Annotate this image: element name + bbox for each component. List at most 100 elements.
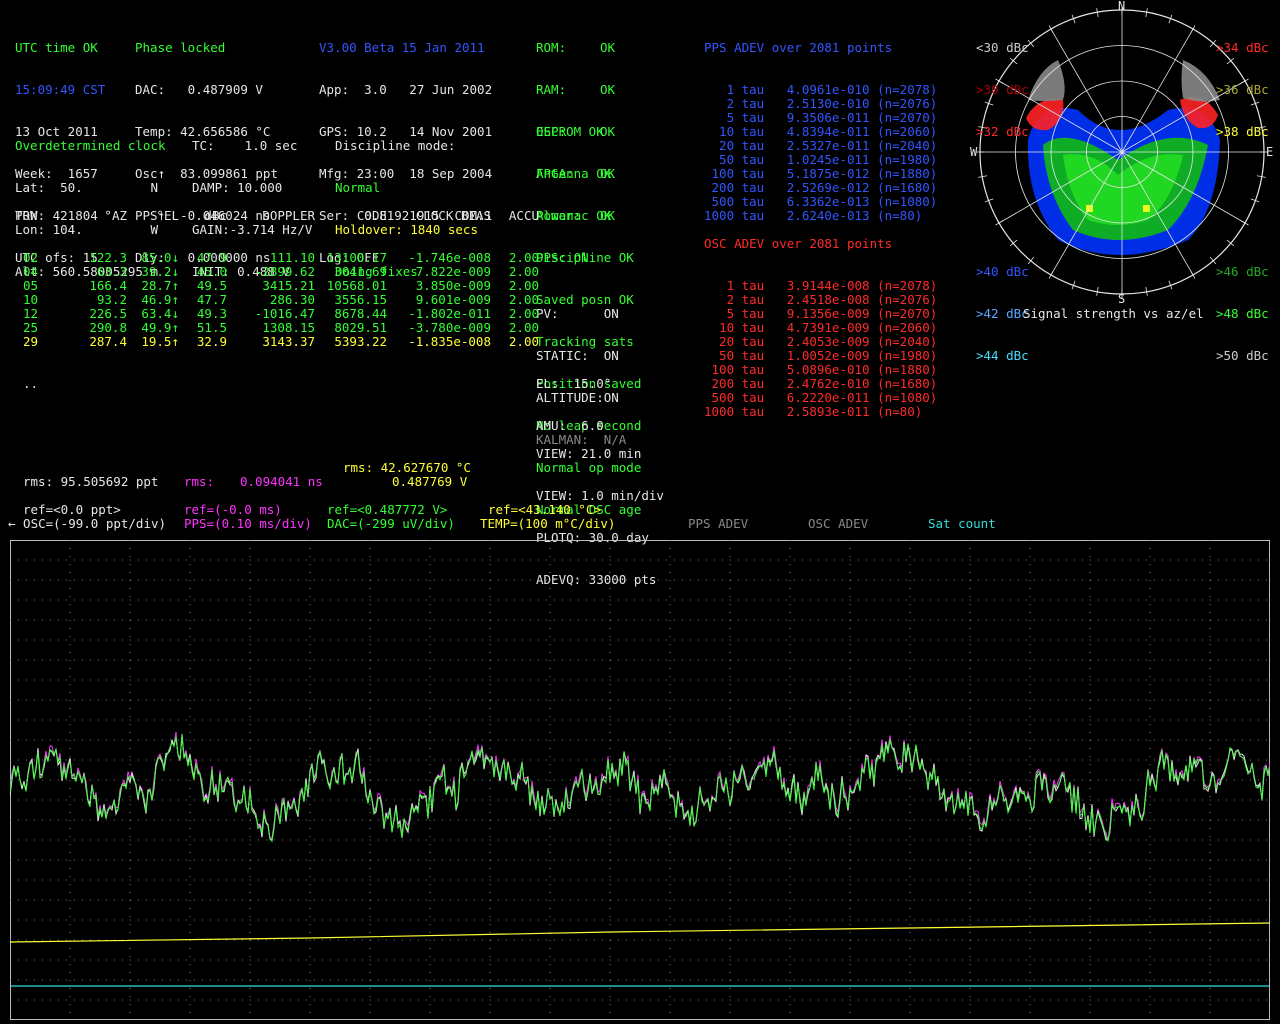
sat-row: 29 287.4 19.5↑ 32.9 3143.37 5393.22 -1.835e-00… [15,335,539,349]
sat-cell: 3415.21 [262,278,315,293]
temp-trace [10,922,1270,943]
legend-item: >48 dBc [1216,306,1269,321]
legend-item: >42 dBc [976,306,1029,321]
sat-cell: 5393.22 [334,334,387,349]
app-version: App: 3.0 27 Jun 2002 [319,82,493,97]
adev-row: 2 tau 2.4518e-008 (n=2076) [704,292,938,307]
health-value: OK [600,40,616,55]
legend-item: >46 dBc [1216,264,1269,279]
sat-row: 12 226.5 63.4↓ 49.3 -1016.47 8678.44 -1.802e-0… [15,307,539,321]
osc-adev-table: OSC ADEV over 2081 points 1 tau 3.9144e-… [704,209,937,433]
sat-row: 10 93.2 46.9↑ 47.7 286.30 3556.15 9.601e-009 2.… [15,293,539,307]
graph-border [10,540,1270,1020]
sat-cell: 2.00 [508,292,539,307]
pps-scale[interactable]: PPS=(0.10 ms/div) [184,517,312,531]
health-value: OK [600,82,616,97]
sat-cell: 47.9 [196,250,227,265]
legend-item: >44 dBc [976,348,1029,363]
sat-cell: -1.802e-011 [408,306,491,321]
sat-table-body: 02 122.3 85.0↓ 47.9 111.10 13100.17 -1.746e-00… [15,251,539,349]
pps-adev-rows: 1 tau 4.0961e-010 (n=2078) 2 tau 2.5130e… [704,83,937,223]
sat-cell: 05 [23,278,39,293]
sat-count-toggle[interactable]: Sat count [928,517,996,531]
sat-more: .. [23,376,39,391]
pps-trace [10,731,1270,841]
utc-status: UTC time OK [15,40,98,55]
sat-row: 02 122.3 85.0↓ 47.9 111.10 13100.17 -1.746e-00… [15,251,539,265]
sat-cell: -1.746e-008 [408,250,491,265]
sat-cell: 47.7 [196,292,227,307]
sat-cell: 2.00 [508,334,539,349]
signal-region [1143,205,1150,212]
legend-item: >34 dBc [1216,40,1269,55]
timing-graph[interactable] [10,540,1270,1020]
legend-right: >34 dBc >36 dBc >38 dBc [1216,13,1269,153]
sat-cell: 32.9 [196,334,227,349]
adev-row: 5 tau 9.1356e-009 (n=2070) [704,306,938,321]
pps-ref: ref=(-0.0 ms) [184,502,282,517]
adev-row: 100 tau 5.1875e-012 (n=1880) [704,166,938,181]
osc-trace [10,736,1270,841]
sat-cell: 290.8 [89,320,127,335]
view-span: VIEW: 21.0 min [536,446,642,461]
adev-row: 500 tau 6.3362e-013 (n=1080) [704,194,938,209]
sat-cell: 02 [23,250,39,265]
sat-cell: 2.00 [508,264,539,279]
temp-ref: ref=<43.140 °C> [488,502,601,517]
sat-cell: 49.3 [196,306,227,321]
sat-row: 25 290.8 49.9↑ 51.5 1308.15 8029.51 -3.780e-00… [15,321,539,335]
health-label: RAM: [536,82,567,97]
adev-row: 200 tau 2.4762e-010 (n=1680) [704,376,938,391]
temp-scale[interactable]: TEMP=(100 m°C/div) [480,517,615,531]
osc-ref: ref=<0.0 ppt> [23,502,121,517]
sat-cell: 287.4 [89,334,127,349]
osc-adev-title: OSC ADEV over 2081 points [704,236,893,251]
sat-col-header: °AZ [104,208,127,223]
local-time: 15:09:49 CST [15,82,106,97]
legend-item: >40 dBc [976,264,1029,279]
sat-cell: 51.5 [196,320,227,335]
sat-cell: -1016.47 [254,306,315,321]
sat-col-header: ACCU [508,208,539,223]
legend-item: >30 dBc [976,82,1029,97]
adev-row: 200 tau 2.5269e-012 (n=1680) [704,180,938,195]
sat-cell: 226.5 [89,306,127,321]
legend-left-bottom: >40 dBc >42 dBc >44 dBc [976,237,1029,377]
adev-row: 10 tau 4.8394e-011 (n=2060) [704,124,938,139]
adev-row: 20 tau 2.5327e-011 (n=2040) [704,138,938,153]
pps-adev-title: PPS ADEV over 2081 points [704,40,893,55]
dac-scale[interactable]: DAC=(-299 uV/div) [327,517,455,531]
rms-temp: rms: 42.627670 °C [343,460,471,475]
osc-adev-toggle[interactable]: OSC ADEV [808,517,868,531]
pps-adev-toggle[interactable]: PPS ADEV [688,517,748,531]
sat-cell: 9.601e-009 [415,292,491,307]
clock-mode: Overdetermined clock [15,138,166,153]
sat-cell: 12 [23,306,39,321]
sat-cell: 2.00 [508,250,539,265]
sat-table-header: PRN °AZ °EL dBc DOPPLER CODE CLOCK BIAS ACCU [15,209,539,223]
sat-cell: 1308.15 [262,320,315,335]
sat-col-header: CODE [356,208,387,223]
adev-row: 500 tau 6.2220e-011 (n=1080) [704,390,938,405]
osc-scale[interactable]: ← OSC=(-99.0 ppt/div) [8,517,166,531]
discipline-title: Discipline mode: [335,138,456,153]
sat-cell: 13100.17 [326,250,387,265]
sat-col-header: °EL [156,208,179,223]
legend-item: >38 dBc [1216,124,1269,139]
elevation-mask: EL: 15.0° [536,376,612,391]
sat-cell: 63.3 [96,264,127,279]
legend-item: <30 dBc [976,40,1029,55]
sat-cell: 2.00 [508,320,539,335]
sat-cell: 8029.51 [334,320,387,335]
sat-cell: 49.5 [196,278,227,293]
adev-row: 10 tau 4.7391e-009 (n=2060) [704,320,938,335]
sat-cell: 10568.01 [326,278,387,293]
sat-cell: 3.850e-009 [415,278,491,293]
rms-pps: 0.094041 ns [240,474,323,489]
legend-item: >32 dBc [976,124,1029,139]
dac-value: DAC: 0.487909 V [135,82,263,97]
osc-adev-rows: 1 tau 3.9144e-008 (n=2078) 2 tau 2.4518e… [704,279,937,419]
rms-pps-label: rms: [184,474,215,489]
south-label: S [1118,292,1125,306]
flag-almanac: Almanac OK [536,208,612,223]
